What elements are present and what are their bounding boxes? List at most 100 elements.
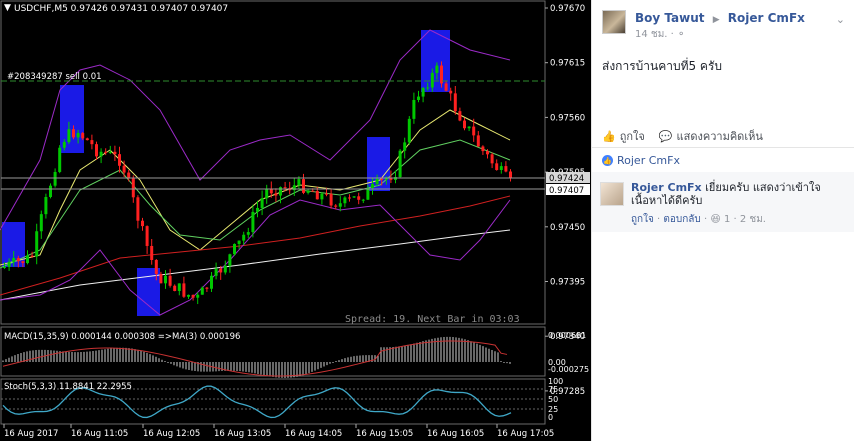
candle-bull xyxy=(352,196,356,198)
price-tag-1-text: 0.97424 xyxy=(549,174,584,184)
bollinger-lower xyxy=(0,199,511,316)
comment-icon: 💬 xyxy=(658,129,673,143)
time-tick-label: 16 Aug 16:05 xyxy=(427,429,484,439)
trading-chart[interactable]: ▼ USDCHF,M5 0.97426 0.97431 0.97407 0.97… xyxy=(0,0,591,441)
candle-bear xyxy=(463,120,466,129)
candle-bear xyxy=(509,171,512,179)
candle-bear xyxy=(81,133,85,139)
candle-bear xyxy=(118,154,121,166)
candle-bear xyxy=(348,197,351,199)
author-name[interactable]: Boy Tawut xyxy=(635,11,705,25)
commenter-name[interactable]: Rojer CmFx xyxy=(631,181,702,194)
comment-section: Rojer CmFx เยี่ยมครับ แสดงว่าเข้าใจเนื้อ… xyxy=(592,172,854,232)
candle-bear xyxy=(90,140,94,145)
candle-bear xyxy=(95,144,98,157)
candle-bull xyxy=(210,275,213,289)
post-names: Boy Tawut ▶ Rojer CmFx xyxy=(635,10,805,28)
comment-meta: ถูกใจ · ตอบกลับ · 😆 1 · 2 ชม. xyxy=(631,212,766,227)
candle-bull xyxy=(49,185,52,198)
candle-bear xyxy=(325,193,328,195)
post-meta: 14 ชม. · ⚬ xyxy=(635,28,805,42)
candle-bear xyxy=(145,226,149,246)
target-name[interactable]: Rojer CmFx xyxy=(728,11,805,25)
candle-bull xyxy=(237,240,241,244)
candle-bull xyxy=(306,190,310,193)
haha-reaction-icon: 😆 xyxy=(710,214,721,225)
price-tick-label: 0.97560 xyxy=(550,113,585,123)
chart-dropdown-icon[interactable]: ▼ xyxy=(4,3,11,13)
candle-bull xyxy=(407,118,411,143)
candle-bear xyxy=(173,285,177,292)
candle-bull xyxy=(228,254,232,266)
candle-bear xyxy=(159,273,163,284)
price-tick-label: 0.97450 xyxy=(550,223,585,233)
candle-bull xyxy=(67,129,71,142)
time-tick-label: 16 Aug 15:05 xyxy=(356,429,413,439)
liked-by-name[interactable]: Rojer CmFx xyxy=(617,154,680,167)
candle-bull xyxy=(246,232,250,235)
post-text: ส่งการบ้านคาบที่5 ครับ xyxy=(602,59,723,73)
candle-bull xyxy=(164,275,167,284)
candle-bull xyxy=(99,151,103,157)
candle-bear xyxy=(458,111,462,121)
macd-label: MACD(15,35,9) 0.000144 0.000308 =>MA(3) … xyxy=(4,332,240,342)
time-tick-label: 16 Aug 11:05 xyxy=(71,429,128,439)
candle-bull xyxy=(256,207,259,212)
candle-bull xyxy=(371,183,374,188)
likes-summary[interactable]: 👍 Rojer CmFx xyxy=(602,154,680,167)
chevron-down-icon[interactable]: ⌄ xyxy=(836,13,845,26)
candle-bull xyxy=(58,147,62,172)
comment-reply-link[interactable]: ตอบกลับ xyxy=(663,214,700,225)
reaction-count: 1 xyxy=(723,214,731,225)
candle-bear xyxy=(504,166,508,172)
candle-bear xyxy=(104,151,108,153)
globe-icon: · ⚬ xyxy=(670,29,686,40)
chart-canvas: ▼ USDCHF,M5 0.97426 0.97431 0.97407 0.97… xyxy=(0,0,590,439)
spread-info: Spread: 19. Next Bar in 03:03 xyxy=(345,314,520,325)
facebook-post: Boy Tawut ▶ Rojer CmFx 14 ชม. · ⚬ ⌄ ส่งก… xyxy=(591,0,854,441)
candle-bull xyxy=(417,96,420,100)
candle-bull xyxy=(260,198,264,208)
candle-bull xyxy=(398,150,402,178)
commenter-avatar[interactable] xyxy=(600,182,624,206)
candle-bear xyxy=(315,190,319,200)
candle-bear xyxy=(329,193,333,206)
candle-bull xyxy=(187,294,190,297)
like-button[interactable]: 👍 ถูกใจ xyxy=(602,127,645,145)
candle-bull xyxy=(200,287,204,295)
candle-bull xyxy=(421,87,425,97)
candle-bear xyxy=(311,190,315,192)
comment-like-link[interactable]: ถูกใจ xyxy=(631,214,654,225)
price-tick-label: 0.97670 xyxy=(550,4,585,14)
candle-bear xyxy=(486,151,489,155)
stoch-label: Stoch(5,3,3) 11.8841 22.2955 xyxy=(4,382,132,392)
author-avatar[interactable] xyxy=(602,10,626,34)
candle-bull xyxy=(108,151,112,153)
candle-bear xyxy=(72,129,75,138)
candle-bear xyxy=(191,294,195,298)
candle-bear xyxy=(453,93,457,112)
stoch-tick-label: 0 xyxy=(548,413,553,422)
panel-frames xyxy=(0,0,546,425)
like-reaction-icon: 👍 xyxy=(602,155,613,166)
candle-bull xyxy=(403,142,407,151)
candle-bull xyxy=(39,214,43,232)
comment-button[interactable]: 💬 แสดงความคิดเห็น xyxy=(659,127,763,145)
candle-bear xyxy=(154,259,158,274)
time-axis: 16 Aug 2017 16 Aug 11:05 16 Aug 12:05 16 Au… xyxy=(3,424,554,439)
comment-button-label: แสดงความคิดเห็น xyxy=(676,130,763,143)
stoch-axis: 1007550250 xyxy=(548,377,563,422)
candle-bear xyxy=(449,90,453,94)
macd-histogram xyxy=(2,336,511,378)
time-tick-label: 16 Aug 2017 xyxy=(4,429,58,439)
candle-bear xyxy=(219,268,223,273)
post-time[interactable]: 14 ชม. xyxy=(635,29,667,40)
price-tag-2-text: 0.97407 xyxy=(549,186,584,196)
candle-bull xyxy=(366,187,370,200)
candle-bull xyxy=(62,141,66,148)
candle-bull xyxy=(53,171,57,186)
candle-bull xyxy=(338,203,342,207)
candle-bull xyxy=(430,72,434,88)
candle-bull xyxy=(320,193,324,200)
candle-bear xyxy=(113,151,117,155)
